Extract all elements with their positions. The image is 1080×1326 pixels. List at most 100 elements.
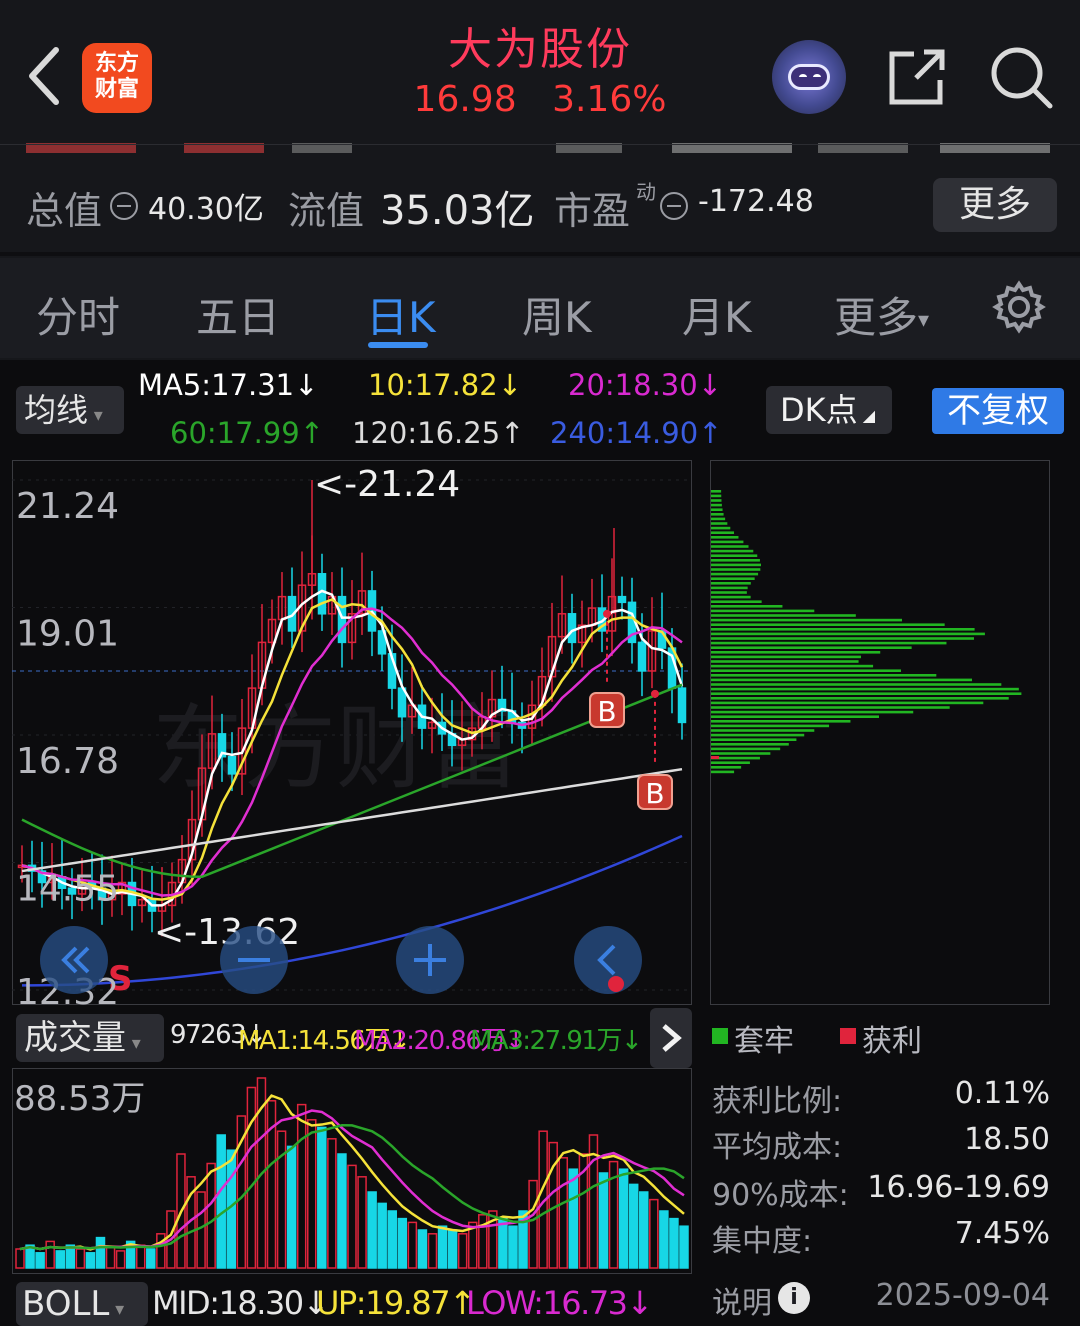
tab-weekly-k[interactable]: 周K: [522, 284, 592, 345]
legend-profit-label: 获利: [862, 1024, 922, 1059]
gear-icon[interactable]: [992, 280, 1046, 334]
section-separator: [0, 252, 1080, 256]
more-info-button[interactable]: 更多: [933, 178, 1057, 232]
app-logo[interactable]: 东方 财富: [82, 43, 152, 113]
chip-bar: [711, 692, 1022, 695]
chip-bar: [711, 563, 762, 567]
buy-mark-dot: [603, 609, 611, 618]
volume-bar: [85, 1252, 96, 1269]
volume-bar: [508, 1225, 518, 1269]
top-bar: 东方 财富 大为股份 16.98 3.16%: [0, 0, 1080, 145]
avg-cost-value: 18.50: [964, 1122, 1050, 1157]
tab-monthly-k[interactable]: 月K: [682, 284, 752, 345]
step-left-button[interactable]: [574, 926, 642, 994]
chip-bar: [711, 618, 903, 622]
cost90-value: 16.96-19.69: [867, 1170, 1050, 1205]
chevron-right-icon: [662, 1024, 682, 1052]
chip-bar: [711, 669, 902, 672]
adjust-mode-button[interactable]: 不复权: [932, 388, 1064, 434]
chip-bar: [711, 724, 830, 728]
corner-caret-icon: ◢: [857, 406, 876, 425]
chip-bar: [711, 568, 761, 571]
pe-label: 市盈: [554, 189, 631, 233]
volume-ma3: MA3:27.91万↓: [470, 1026, 643, 1056]
chevron-left-icon: [597, 944, 624, 992]
info-minus-icon[interactable]: [110, 192, 138, 220]
volume-bar: [659, 1210, 669, 1269]
chip-bar: [711, 674, 937, 677]
buy-mark-dot: [651, 689, 659, 698]
volume-bar: [447, 1229, 458, 1269]
volume-bar: [598, 1172, 609, 1269]
assistant-robot-icon[interactable]: [772, 40, 846, 114]
chip-bar: [711, 559, 760, 562]
chip-bar: [711, 540, 744, 544]
legend-trapped-label: 套牢: [734, 1024, 794, 1059]
dropdown-caret-icon: ▾: [88, 405, 103, 426]
chip-bar: [711, 503, 722, 507]
stock-title: 大为股份 16.98 3.16%: [340, 22, 740, 122]
volume-bar: [397, 1217, 408, 1269]
chip-bar: [711, 545, 749, 548]
boll-indicator-selector[interactable]: BOLL ▾: [16, 1282, 148, 1326]
volume-bar: [146, 1248, 156, 1269]
chip-bar: [711, 747, 781, 751]
chip-note-link[interactable]: 说明: [712, 1278, 772, 1322]
chip-bar: [711, 600, 762, 603]
ma-selector[interactable]: 均线 ▾: [16, 386, 124, 434]
info-minus-icon[interactable]: [660, 192, 688, 220]
chip-bar: [711, 582, 751, 585]
dropdown-caret-icon: ▾: [126, 1033, 141, 1054]
volume-chart[interactable]: 88.53万: [12, 1068, 692, 1274]
tab-daily-k[interactable]: 日K: [366, 284, 436, 345]
chip-distribution-chart[interactable]: [710, 460, 1050, 1005]
candle-body: [637, 641, 647, 672]
active-tab-indicator: [368, 342, 428, 348]
chip-bar: [711, 577, 755, 580]
high-price-note: <-21.24: [314, 464, 460, 505]
chip-bar: [711, 646, 912, 649]
chip-bar: [711, 733, 805, 737]
scrolled-quote-row: [0, 135, 1080, 159]
indicator-next-button[interactable]: [650, 1008, 692, 1068]
boll-up: UP:19.87↑: [316, 1284, 476, 1322]
chip-bar: [711, 660, 859, 663]
chip-bar: [711, 678, 973, 682]
concentration-value: 7.45%: [954, 1216, 1050, 1251]
candlestick-chart[interactable]: 东方财富 BB<-21.24<-13.62S 21.2419.0116.7814…: [12, 460, 692, 1005]
chip-bar: [711, 729, 815, 732]
float-value-label: 流值: [288, 189, 365, 233]
volume-indicator-selector[interactable]: 成交量 ▾: [16, 1014, 164, 1062]
tab-intraday[interactable]: 分时: [36, 284, 120, 345]
tab-more[interactable]: 更多▾: [834, 284, 929, 345]
search-icon[interactable]: [988, 44, 1054, 110]
back-arrow-icon[interactable]: [18, 40, 78, 110]
volume-bar: [498, 1217, 508, 1269]
dk-point-label: DK点: [780, 391, 858, 429]
volume-bar: [337, 1153, 347, 1269]
volume-bar: [317, 1126, 327, 1269]
dropdown-caret-icon: ▾: [918, 308, 930, 333]
volume-bar: [216, 1134, 226, 1269]
chip-bar: [711, 531, 735, 534]
chip-bar: [711, 605, 783, 608]
price-axis-label: 19.01: [16, 614, 119, 655]
zoom-out-button[interactable]: [220, 926, 288, 994]
chip-bar: [711, 664, 874, 668]
minus-icon: [238, 958, 270, 962]
candle-body: [227, 755, 237, 775]
chip-bar: [711, 738, 797, 741]
legend-trapped-swatch: [712, 1028, 728, 1044]
chip-bar: [711, 508, 723, 511]
tab-five-day[interactable]: 五日: [196, 284, 280, 345]
candle-body: [567, 613, 577, 644]
volume-bar: [639, 1191, 649, 1269]
volume-bar: [679, 1225, 689, 1269]
info-icon[interactable]: i: [778, 1282, 810, 1314]
volume-bar: [417, 1229, 428, 1269]
scroll-left-fast-button[interactable]: [40, 926, 108, 994]
dk-point-button[interactable]: DK点 ◢: [766, 386, 892, 434]
share-icon[interactable]: [886, 44, 950, 108]
zoom-in-button[interactable]: [396, 926, 464, 994]
ma120-value: 120:16.25↑: [352, 416, 525, 450]
